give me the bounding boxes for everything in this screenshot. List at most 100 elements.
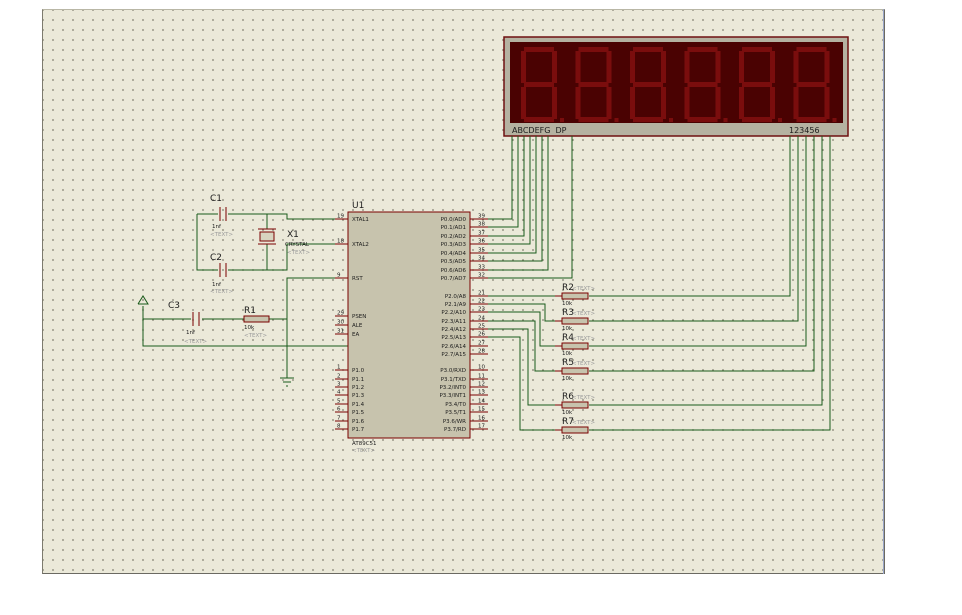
- pin-number: 9: [337, 273, 341, 279]
- microcontroller-u1[interactable]: U1 AT89C51 <TEXT> 19XTAL118XTAL29RST29PS…: [335, 201, 488, 454]
- resistor-r7[interactable]: R710k<TEXT>: [555, 417, 595, 441]
- pin-name: P0.2/AD2: [441, 234, 466, 240]
- pin-name: P1.0: [352, 368, 365, 374]
- segment-dp: [614, 118, 619, 122]
- segment-a: [742, 47, 772, 52]
- segment-c: [552, 87, 557, 119]
- mcu-text: <TEXT>: [352, 448, 375, 454]
- pin-name: P3.3/INT1: [439, 393, 466, 399]
- segment-a: [796, 47, 827, 52]
- pin-number: 7: [337, 416, 341, 422]
- pin-number: 31: [337, 329, 344, 335]
- pin-number: 2: [337, 374, 341, 380]
- pin-name: P2.5/A13: [441, 335, 466, 341]
- segment-e: [630, 87, 635, 119]
- segment-b: [606, 51, 612, 83]
- resistor-value: 10k: [562, 435, 573, 441]
- pin-name: P1.5: [352, 410, 365, 416]
- capacitor-c2[interactable]: C2 1nf <TEXT>: [210, 253, 233, 295]
- pin-name: P3.7/RD: [444, 427, 466, 433]
- pin-name: P2.7/A15: [441, 352, 466, 358]
- segment-g: [524, 82, 554, 87]
- pin-number: 3: [337, 382, 341, 388]
- segment-b: [770, 51, 775, 83]
- pin-name: P3.2/INT0: [439, 385, 466, 391]
- c2-ref: C2: [210, 253, 222, 263]
- capacitor-c3[interactable]: C3 1nf <TEXT>: [168, 301, 207, 345]
- resistor-value: 10k: [562, 351, 573, 357]
- pin-name: P1.1: [352, 377, 364, 383]
- mcu-part: AT89C51: [352, 441, 377, 447]
- pin-number: 39: [478, 214, 485, 220]
- segment-e: [575, 87, 581, 119]
- segment-d: [524, 117, 554, 122]
- segment-pin-label: ABCDEFG DP: [512, 126, 567, 135]
- pin-name: EA: [352, 332, 359, 338]
- pin-name: RST: [352, 276, 363, 282]
- segment-g: [633, 82, 663, 87]
- pin-name: P2.2/A10: [441, 310, 466, 316]
- segment-d: [578, 117, 609, 122]
- resistor-r4[interactable]: R410k<TEXT>: [555, 333, 595, 357]
- c2-value: 1nf: [212, 282, 222, 288]
- pin-number: 33: [478, 265, 485, 271]
- resistor-text: <TEXT>: [572, 361, 595, 367]
- resistor-r3[interactable]: R310k<TEXT>: [555, 308, 595, 332]
- resistor-r5[interactable]: R510k<TEXT>: [555, 358, 595, 382]
- segment-g: [742, 82, 772, 87]
- segment-a: [633, 47, 663, 52]
- segment-c: [824, 87, 830, 119]
- segment-g: [578, 82, 609, 87]
- resistor-value: 10k: [562, 301, 573, 307]
- pin-number: 37: [478, 231, 485, 237]
- crystal-x1[interactable]: X1 CRYSTAL <TEXT>: [258, 228, 310, 256]
- pin-number: 29: [337, 311, 344, 317]
- segment-f: [575, 51, 581, 83]
- pin-number: 32: [478, 273, 485, 279]
- resistor-text: <TEXT>: [572, 336, 595, 342]
- segment-dp: [560, 118, 564, 122]
- segment-d: [742, 117, 772, 122]
- pin-number: 16: [478, 416, 485, 422]
- x1-ref: X1: [287, 230, 299, 240]
- resistor-text: <TEXT>: [572, 286, 595, 292]
- pin-name: P2.0/A8: [445, 294, 467, 300]
- pin-number: 8: [337, 424, 341, 430]
- pin-number: 17: [478, 424, 485, 430]
- pin-number: 22: [478, 299, 485, 305]
- segment-b: [661, 51, 666, 83]
- pin-number: 4: [337, 390, 341, 396]
- pin-name: P2.3/A11: [441, 319, 466, 325]
- pin-name: XTAL1: [352, 217, 369, 223]
- resistor-value: 10k: [562, 376, 573, 382]
- pin-name: P0.3/AD3: [441, 242, 467, 248]
- capacitor-c1[interactable]: C1 1nf <TEXT>: [210, 194, 233, 238]
- pin-number: 23: [478, 307, 485, 313]
- segment-dp: [778, 118, 782, 122]
- resistor-text: <TEXT>: [572, 420, 595, 426]
- resistor-r6[interactable]: R610k<TEXT>: [555, 392, 595, 416]
- seven-segment-display[interactable]: ABCDEFG DP 123456: [503, 36, 849, 137]
- x1-value: CRYSTAL: [285, 242, 310, 248]
- resistor-r2[interactable]: R210k<TEXT>: [555, 283, 595, 307]
- resistor-r1[interactable]: R1 10k <TEXT>: [243, 306, 270, 339]
- segment-b: [715, 51, 721, 83]
- pin-number: 25: [478, 324, 485, 330]
- pin-number: 13: [478, 390, 485, 396]
- pin-name: ALE: [352, 323, 363, 329]
- resistor-text: <TEXT>: [572, 395, 595, 401]
- pin-number: 28: [478, 349, 485, 355]
- segment-g: [687, 82, 718, 87]
- segment-a: [578, 47, 609, 52]
- segment-g: [796, 82, 827, 87]
- segment-c: [770, 87, 775, 119]
- resistor-value: 10k: [562, 410, 573, 416]
- pin-name: P2.1/A9: [445, 302, 467, 308]
- pin-number: 27: [478, 341, 485, 347]
- c1-ref: C1: [210, 194, 222, 204]
- pin-number: 26: [478, 332, 485, 338]
- pin-name: P1.2: [352, 385, 364, 391]
- pin-number: 12: [478, 382, 485, 388]
- resistor-value: 10k: [562, 326, 573, 332]
- c2-text: <TEXT>: [210, 289, 233, 295]
